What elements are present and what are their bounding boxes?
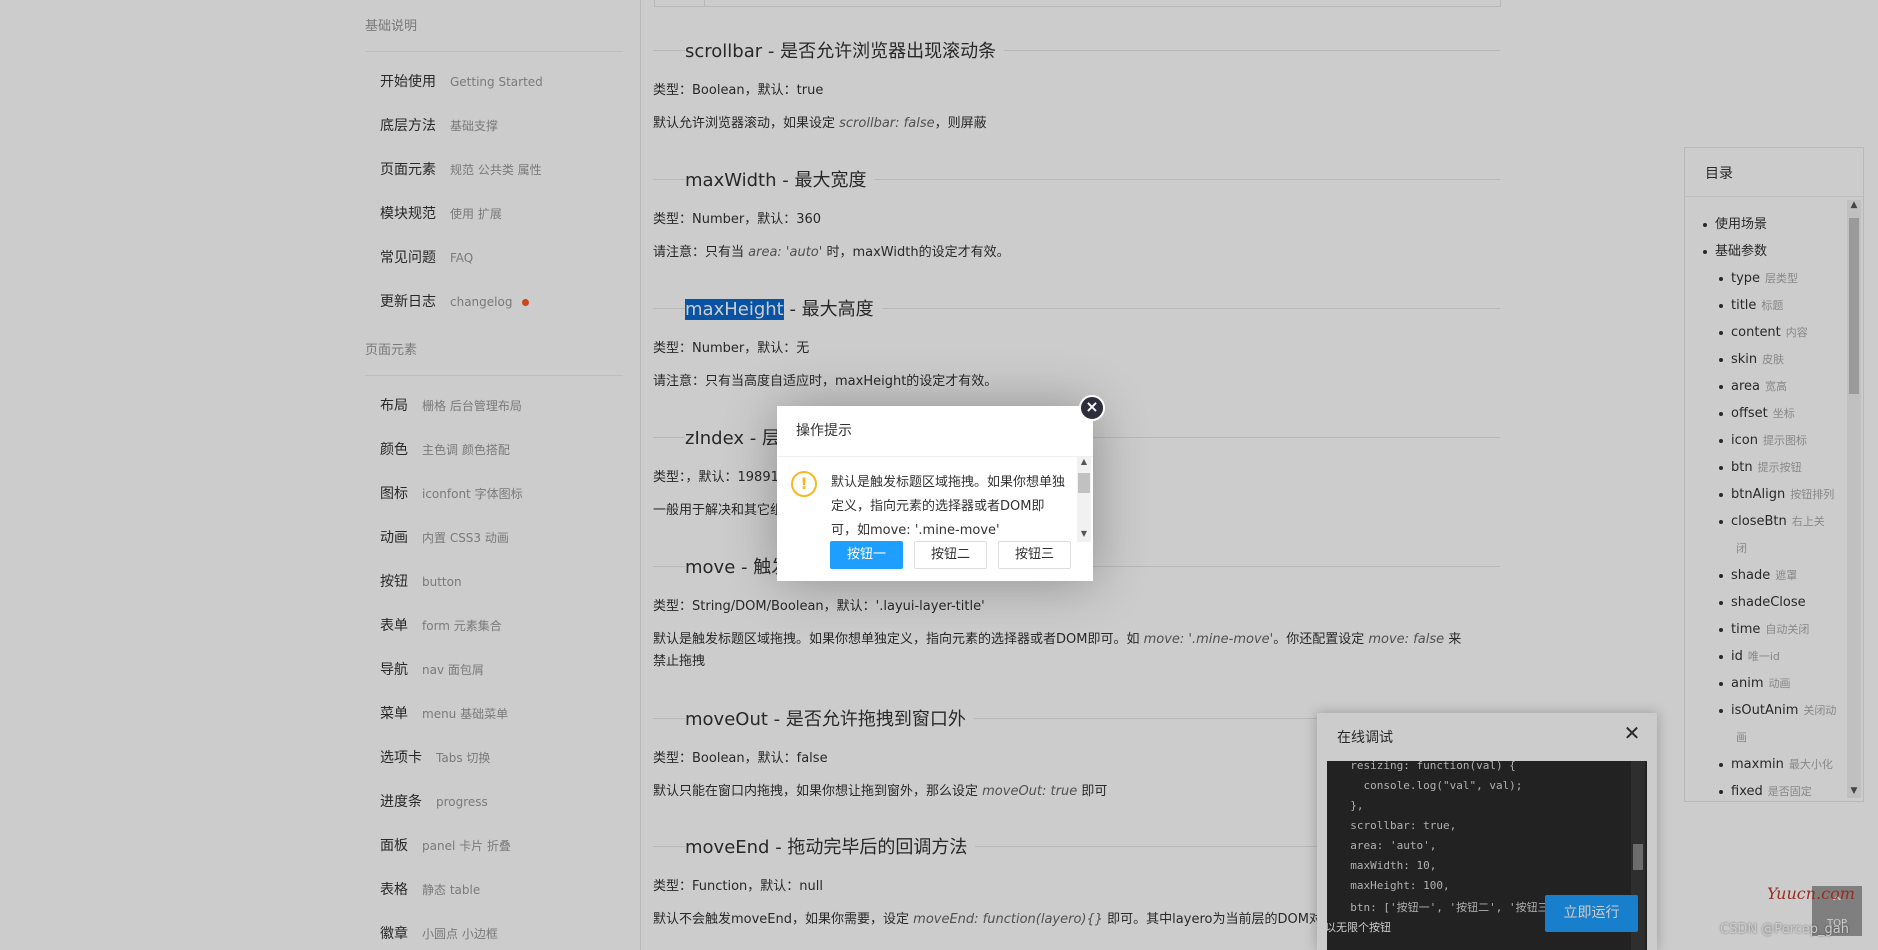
dialog-button-1[interactable]: 按钮一 — [830, 541, 903, 569]
scroll-up-icon[interactable]: ▲ — [1077, 457, 1091, 466]
dialog-message: 默认是触发标题区域拖拽。如果你想单独定义，指向元素的选择器或者DOM即可，如mo… — [831, 475, 1066, 538]
dialog-title-bar[interactable]: 操作提示 — [777, 406, 1093, 457]
dialog-content: ! 默认是触发标题区域拖拽。如果你想单独定义，指向元素的选择器或者DOM即可，如… — [777, 457, 1077, 542]
dialog-close-icon[interactable]: × — [1079, 395, 1105, 421]
scroll-down-icon[interactable]: ▼ — [1077, 529, 1091, 538]
dialog-title: 操作提示 — [796, 423, 852, 439]
dialog-button-3[interactable]: 按钮三 — [998, 541, 1071, 569]
dialog-scroll-thumb[interactable] — [1078, 473, 1090, 493]
dialog-scrollbar[interactable]: ▲ ▼ — [1077, 457, 1091, 542]
warning-icon: ! — [791, 471, 817, 497]
dialog-button-2[interactable]: 按钮二 — [914, 541, 987, 569]
alert-dialog: 操作提示 × ! 默认是触发标题区域拖拽。如果你想单独定义，指向元素的选择器或者… — [777, 395, 1105, 581]
page: 基础说明 开始使用 Getting Started 底层方法 基础支撑 页面元素 规范 公… — [0, 0, 1878, 950]
